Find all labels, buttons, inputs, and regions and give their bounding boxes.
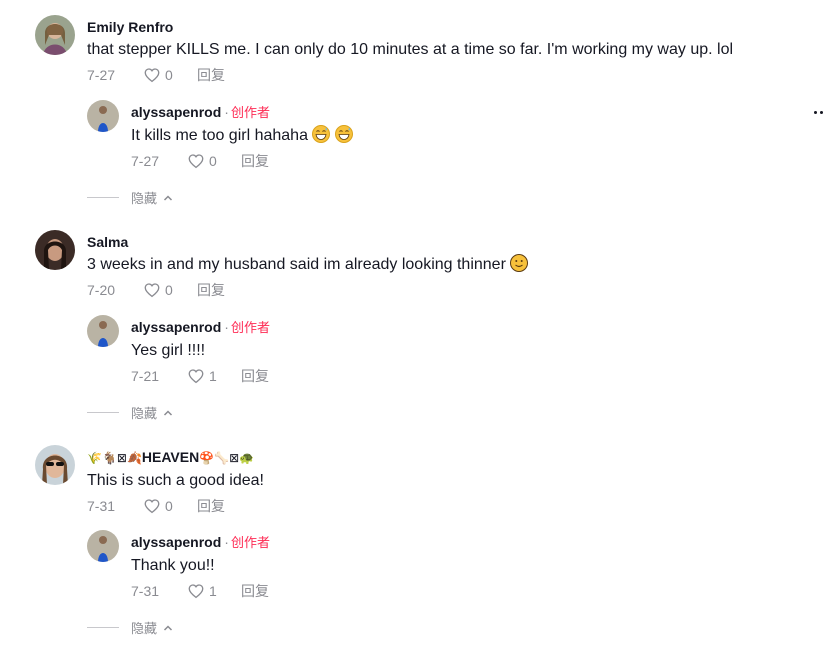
hide-replies-label: 隐藏 [131,191,158,206]
reply-body: alyssapenrod · 创作者 Thank you!! 7-31 1 回复 [131,533,270,601]
comment-body: 🌾🐐⊠🍂HEAVEN🍄🦴⊠🐢 This is such a good idea!… [87,448,264,516]
comment-meta: 7-20 0 回复 [87,280,528,300]
comment-text: 3 weeks in and my husband said im alread… [87,256,506,273]
comment-username[interactable]: Salma [87,233,528,251]
like-count: 0 [209,153,217,169]
creator-separator: · [224,319,229,335]
like-count: 0 [165,67,173,83]
like-button[interactable]: 1 [187,582,241,600]
reply-date: 7-31 [131,583,160,599]
like-button[interactable]: 1 [187,367,241,385]
comment-username[interactable]: Emily Renfro [87,18,733,36]
comment-text-row: 3 weeks in and my husband said im alread… [87,254,529,276]
reply-text: Yes girl !!!! [131,342,206,359]
comment-date: 7-27 [87,67,116,83]
comment-meta: 7-31 0 回复 [87,496,264,516]
comment-body: Emily Renfro that stepper KILLS me. I ca… [87,18,733,85]
like-count: 1 [209,583,217,599]
avatar[interactable] [87,100,119,132]
reply-author[interactable]: alyssapenrod [131,534,221,550]
like-count: 0 [165,282,173,298]
username-text: HEAVEN [141,449,200,465]
username-prefix-emojis: 🌾🐐⊠🍂 [87,451,142,465]
reply-button[interactable]: 回复 [241,581,269,601]
reply-date: 7-27 [131,153,160,169]
reply-button[interactable]: 回复 [241,366,269,386]
chevron-up-icon [163,194,173,201]
hide-replies-button[interactable]: 隐藏 [87,618,173,637]
slightly-smiling-emoji [510,254,529,272]
reply-username: alyssapenrod · 创作者 [131,318,270,337]
divider [87,412,119,413]
like-button[interactable]: 0 [143,66,197,84]
comment-text: that stepper KILLS me. I can only do 10 … [87,41,734,58]
hide-replies-label: 隐藏 [131,406,158,421]
heart-outline-icon [144,499,160,514]
heart-outline-icon [188,584,204,599]
like-button[interactable]: 0 [143,497,197,515]
grinning-sweat-emoji [334,125,353,143]
reply-text-row: It kills me too girl hahaha [131,125,353,147]
avatar[interactable] [35,445,75,485]
reply-text: Thank you!! [131,557,215,574]
reply-author[interactable]: alyssapenrod [131,104,221,120]
hide-replies-button[interactable]: 隐藏 [87,188,173,207]
username-suffix-emojis: 🍄🦴⊠🐢 [199,451,255,465]
reply-author[interactable]: alyssapenrod [131,319,221,335]
comment-text: This is such a good idea! [87,472,264,489]
heart-outline-icon [188,154,204,169]
hide-replies-label: 隐藏 [131,621,158,636]
divider [87,627,119,628]
comment-date: 7-20 [87,282,116,298]
heart-outline-icon [144,283,160,298]
reply-username: alyssapenrod · 创作者 [131,533,270,552]
comment-date: 7-31 [87,498,116,514]
like-button[interactable]: 0 [143,281,197,299]
heart-outline-icon [144,68,160,83]
reply-button[interactable]: 回复 [241,151,269,171]
reply-date: 7-21 [131,368,160,384]
avatar[interactable] [87,315,119,347]
avatar[interactable] [35,230,75,270]
like-count: 0 [165,498,173,514]
comment-meta: 7-27 0 回复 [87,65,733,85]
comment-body: Salma 3 weeks in and my husband said im … [87,233,529,300]
divider [87,197,119,198]
creator-badge: 创作者 [230,105,270,120]
chevron-up-icon [163,624,173,631]
grinning-sweat-emoji [312,125,331,143]
like-count: 1 [209,368,217,384]
avatar[interactable] [35,15,75,55]
chevron-up-icon [163,409,173,416]
reply-username: alyssapenrod · 创作者 [131,103,353,122]
reply-button[interactable]: 回复 [197,65,225,85]
creator-badge: 创作者 [230,320,270,335]
creator-separator: · [224,534,229,550]
reply-button[interactable]: 回复 [197,496,225,516]
comment-username[interactable]: 🌾🐐⊠🍂HEAVEN🍄🦴⊠🐢 [87,448,264,467]
reply-meta: 7-31 1 回复 [131,581,270,601]
like-button[interactable]: 0 [187,152,241,170]
avatar[interactable] [87,530,119,562]
creator-badge: 创作者 [230,535,270,550]
creator-separator: · [224,104,229,120]
reply-meta: 7-21 1 回复 [131,366,270,386]
more-options-icon[interactable] [814,111,824,115]
reply-body: alyssapenrod · 创作者 Yes girl !!!! 7-21 1 回复 [131,318,270,386]
hide-replies-button[interactable]: 隐藏 [87,403,173,422]
reply-button[interactable]: 回复 [197,280,225,300]
reply-meta: 7-27 0 回复 [131,151,353,171]
heart-outline-icon [188,369,204,384]
reply-body: alyssapenrod · 创作者 It kills me too girl ha… [131,103,353,171]
reply-text: It kills me too girl hahaha [131,127,308,144]
